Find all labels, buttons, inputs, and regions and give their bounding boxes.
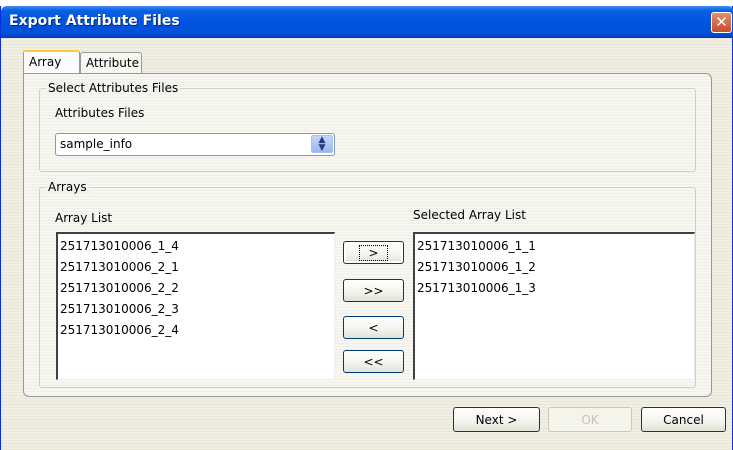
cancel-button-label: Cancel — [663, 412, 704, 427]
remove-button[interactable]: < — [343, 316, 404, 339]
window-title: Export Attribute Files — [9, 13, 180, 29]
add-all-button[interactable]: >> — [343, 279, 404, 302]
remove-all-button[interactable]: << — [343, 350, 404, 373]
tab-array-label: Array — [29, 55, 62, 69]
ok-button-label: OK — [581, 412, 599, 427]
cancel-button[interactable]: Cancel — [641, 407, 726, 432]
list-item[interactable]: 251713010006_1_1 — [416, 236, 693, 257]
attributes-files-select[interactable]: sample_info ▲ ▼ — [55, 133, 335, 156]
array-list[interactable]: 251713010006_1_4 251713010006_2_1 251713… — [56, 232, 335, 380]
list-item[interactable]: 251713010006_2_4 — [59, 320, 333, 341]
tab-panel: Select Attributes Files Attributes Files… — [23, 73, 712, 397]
select-attributes-group: Select Attributes Files Attributes Files… — [39, 81, 696, 172]
next-button[interactable]: Next > — [453, 407, 540, 432]
select-attributes-legend: Select Attributes Files — [46, 81, 181, 95]
tab-attribute-label: Attribute — [86, 56, 139, 70]
ok-button[interactable]: OK — [548, 407, 632, 432]
add-button-label: > — [359, 244, 388, 261]
attributes-files-value: sample_info — [60, 137, 133, 151]
next-button-label: Next > — [475, 412, 518, 427]
selected-array-list[interactable]: 251713010006_1_1 251713010006_1_2 251713… — [413, 232, 695, 380]
list-item[interactable]: 251713010006_1_2 — [416, 257, 693, 278]
close-button[interactable]: ✕ — [711, 12, 732, 33]
attributes-files-label: Attributes Files — [55, 106, 145, 120]
spinner-arrows-icon[interactable]: ▲ ▼ — [311, 135, 333, 153]
add-all-button-label: >> — [363, 283, 384, 298]
add-button[interactable]: > — [343, 241, 404, 264]
tab-array[interactable]: Array — [23, 50, 80, 73]
arrays-legend: Arrays — [46, 180, 89, 194]
remove-button-label: < — [368, 320, 379, 335]
list-item[interactable]: 251713010006_2_1 — [59, 257, 333, 278]
remove-all-button-label: << — [363, 354, 384, 369]
list-item[interactable]: 251713010006_2_2 — [59, 278, 333, 299]
title-bar[interactable]: Export Attribute Files ✕ — [1, 6, 733, 38]
list-item[interactable]: 251713010006_1_3 — [416, 278, 693, 299]
dialog-window: Export Attribute Files ✕ Array Attribute… — [0, 6, 733, 450]
tab-attribute[interactable]: Attribute — [80, 52, 142, 73]
list-item[interactable]: 251713010006_2_3 — [59, 299, 333, 320]
close-icon: ✕ — [715, 13, 728, 31]
array-list-label: Array List — [55, 211, 113, 225]
arrays-group: Arrays Array List Selected Array List 25… — [39, 180, 696, 388]
list-item[interactable]: 251713010006_1_4 — [59, 236, 333, 257]
selected-array-list-label: Selected Array List — [413, 208, 526, 222]
